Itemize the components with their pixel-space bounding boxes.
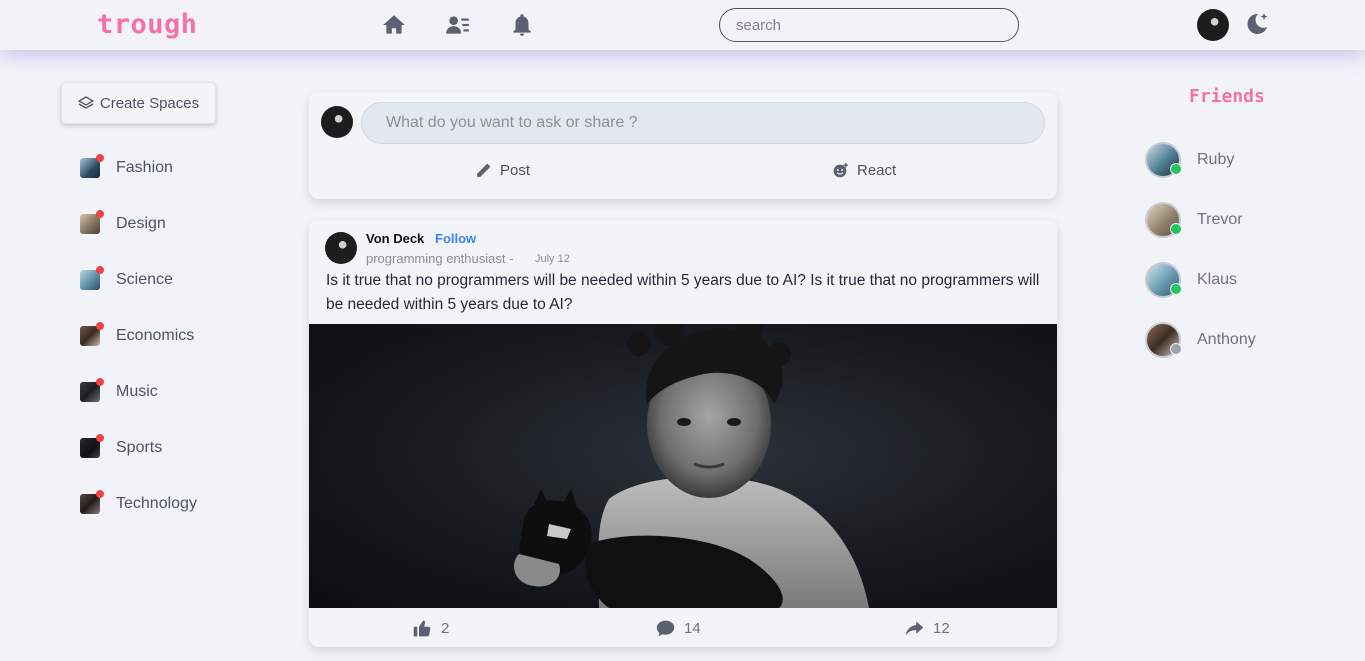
friend-item-trevor[interactable]: Trevor [1145,202,1243,238]
space-item-technology[interactable]: Technology [80,490,197,516]
author-name[interactable]: Von Deck [366,231,424,246]
friend-avatar [1145,262,1182,298]
notification-dot [96,322,104,330]
user-avatar[interactable] [1197,9,1229,41]
friend-name: Trevor [1197,211,1243,228]
space-thumb-image [80,490,104,514]
online-status-dot [1170,283,1182,295]
space-label: Music [116,383,158,400]
friend-item-anthony[interactable]: Anthony [1145,322,1256,358]
react-button-label: React [857,162,897,179]
notification-dot [96,266,104,274]
author-avatar[interactable] [325,232,357,264]
friend-name: Klaus [1197,271,1238,288]
thumbs-up-icon [413,620,431,637]
space-thumb-image [80,210,104,234]
space-thumb-image [80,322,104,346]
author-role: programming enthusiast - [366,251,514,266]
app-logo[interactable]: trough [97,9,198,40]
friend-avatar [1145,202,1182,238]
notification-dot [96,490,104,498]
space-label: Science [116,271,173,288]
space-item-design[interactable]: Design [80,210,166,236]
post-image [309,324,1057,608]
feed-post: Von Deck Follow programming enthusiast -… [309,220,1057,647]
create-spaces-button[interactable]: Create Spaces [61,82,216,124]
like-count: 2 [441,620,450,637]
space-item-music[interactable]: Music [80,378,158,404]
notification-dot [96,154,104,162]
comment-button[interactable]: 14 [655,618,701,639]
bell-icon[interactable] [509,12,535,38]
space-thumb-image [80,434,104,458]
follow-link[interactable]: Follow [435,231,476,246]
friend-item-klaus[interactable]: Klaus [1145,262,1237,298]
post-button[interactable]: Post [475,162,530,179]
space-item-sports[interactable]: Sports [80,434,163,460]
user-list-icon[interactable] [445,12,471,38]
share-button[interactable]: 12 [904,618,950,639]
home-icon[interactable] [381,12,407,38]
friend-avatar [1145,142,1182,178]
notification-dot [96,378,104,386]
comment-count: 14 [684,620,701,637]
space-label: Technology [116,495,197,512]
space-item-fashion[interactable]: Fashion [80,154,173,180]
search-input[interactable] [719,8,1019,42]
friend-name: Ruby [1197,151,1235,168]
offline-status-dot [1170,343,1182,355]
create-spaces-label: Create Spaces [99,94,200,112]
friend-name: Anthony [1197,331,1256,348]
online-status-dot [1170,163,1182,175]
comment-icon [656,620,675,637]
pencil-icon [477,163,491,177]
space-item-economics[interactable]: Economics [80,322,195,348]
space-item-science[interactable]: Science [80,266,173,292]
space-label: Design [116,215,166,232]
layers-icon [77,96,94,109]
notification-dot [96,210,104,218]
post-date: July 12 [535,253,570,265]
space-label: Fashion [116,159,173,176]
share-count: 12 [933,620,950,637]
space-thumb-image [80,266,104,290]
smile-plus-icon [833,163,848,178]
friend-item-ruby[interactable]: Ruby [1145,142,1234,178]
post-text: Is it true that no programmers will be n… [326,272,1040,313]
top-bar: trough [0,0,1365,50]
space-thumb-image [80,154,104,178]
friend-avatar [1145,322,1182,358]
post-composer: Post React [309,92,1057,199]
post-button-label: Post [500,162,531,179]
react-button[interactable]: React [832,162,896,179]
space-label: Economics [116,327,195,344]
moon-sparkle-icon[interactable] [1243,10,1271,38]
ask-share-input[interactable] [361,102,1045,144]
share-arrow-icon [905,621,924,636]
space-thumb-image [80,378,104,402]
online-status-dot [1170,223,1182,235]
friends-title: Friends [1189,86,1265,107]
notification-dot [96,434,104,442]
composer-avatar [321,106,353,138]
space-label: Sports [116,439,163,456]
like-button[interactable]: 2 [412,618,449,639]
